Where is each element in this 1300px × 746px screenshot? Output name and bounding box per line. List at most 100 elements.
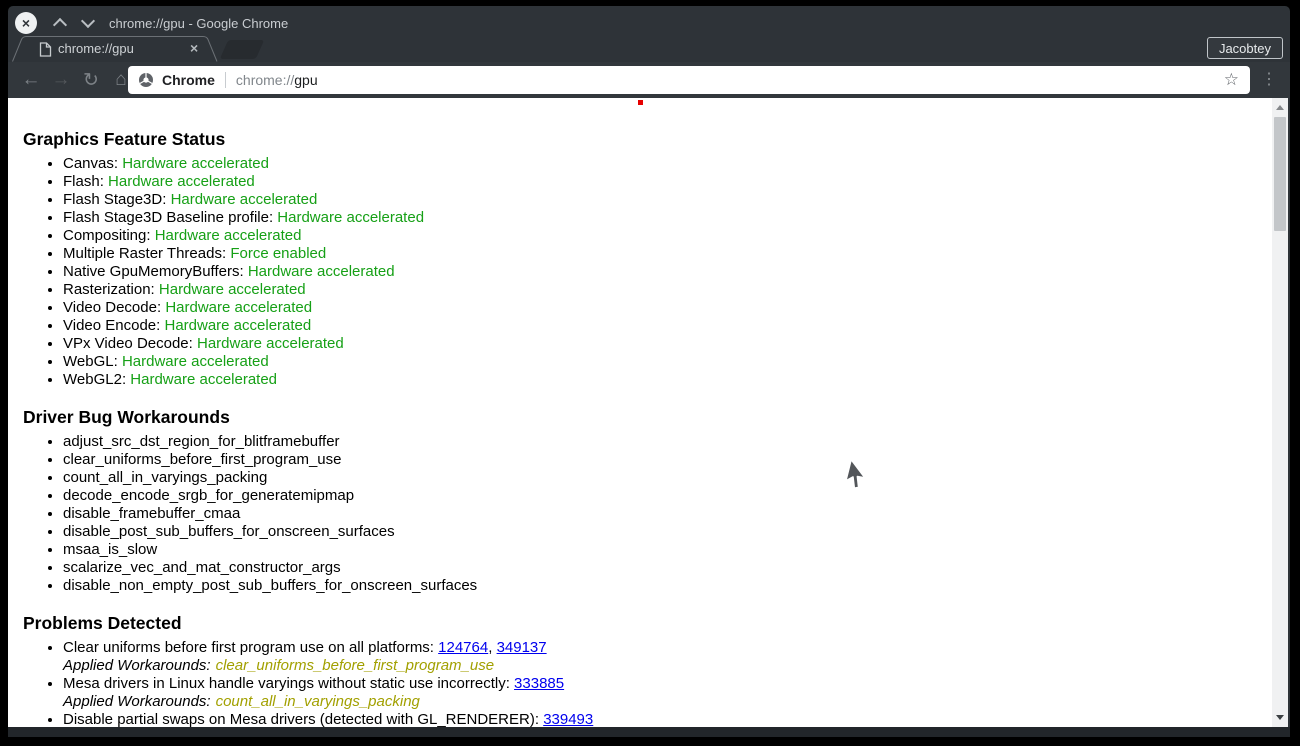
feature-label: Video Encode — [63, 317, 156, 334]
feature-status: Hardware accelerated — [171, 191, 318, 208]
list-item: WebGL2: Hardware accelerated — [63, 371, 1272, 389]
tab-close-icon[interactable]: × — [190, 40, 198, 56]
red-marker — [638, 100, 643, 105]
bug-link[interactable]: 339493 — [543, 711, 593, 727]
list-item: decode_encode_srgb_for_generatemipmap — [63, 487, 1272, 505]
bookmark-star-icon[interactable]: ☆ — [1224, 70, 1239, 90]
list-item: Clear uniforms before first program use … — [63, 639, 1272, 675]
list-item: Video Encode: Hardware accelerated — [63, 317, 1272, 335]
separator: : — [162, 191, 170, 208]
workaround-name: disable_post_sub_buffers_for_onscreen_su… — [63, 523, 395, 540]
feature-status: Hardware accelerated — [130, 371, 277, 388]
new-tab-button[interactable] — [220, 40, 264, 59]
applied-workarounds-label: Applied Workarounds: — [63, 657, 211, 674]
section-list-problems: Clear uniforms before first program use … — [23, 639, 1272, 727]
tab-strip: chrome://gpu × Jacobtey — [8, 36, 1290, 62]
feature-status: Hardware accelerated — [108, 173, 255, 190]
section-heading-features: Graphics Feature Status — [23, 129, 1272, 150]
feature-label: WebGL2 — [63, 371, 122, 388]
window-title: chrome://gpu - Google Chrome — [109, 16, 288, 31]
scrollbar-thumb[interactable] — [1274, 117, 1286, 231]
scroll-up-icon[interactable] — [1276, 105, 1284, 110]
feature-status: Hardware accelerated — [122, 155, 269, 172]
url-host[interactable]: gpu — [294, 72, 317, 88]
link-separator: , — [488, 639, 496, 656]
workaround-name: disable_non_empty_post_sub_buffers_for_o… — [63, 577, 477, 594]
feature-label: VPx Video Decode — [63, 335, 189, 352]
menu-dots-icon[interactable]: ⋮ — [1261, 69, 1277, 91]
separator: : — [151, 281, 159, 298]
applied-workarounds-label: Applied Workarounds: — [63, 693, 211, 710]
feature-label: Native GpuMemoryBuffers — [63, 263, 239, 280]
forward-icon[interactable]: → — [46, 69, 76, 91]
applied-workaround-value: count_all_in_varyings_packing — [216, 693, 420, 710]
problem-description: Mesa drivers in Linux handle varyings wi… — [63, 675, 514, 692]
bug-link[interactable]: 349137 — [497, 639, 547, 656]
workaround-name: decode_encode_srgb_for_generatemipmap — [63, 487, 354, 504]
profile-button[interactable]: Jacobtey — [1207, 37, 1283, 59]
section-heading-workarounds: Driver Bug Workarounds — [23, 407, 1272, 428]
section-heading-problems: Problems Detected — [23, 613, 1272, 634]
vertical-scrollbar[interactable] — [1272, 98, 1288, 727]
list-item: Canvas: Hardware accelerated — [63, 155, 1272, 173]
feature-status: Hardware accelerated — [164, 317, 311, 334]
list-item: disable_non_empty_post_sub_buffers_for_o… — [63, 577, 1272, 595]
gpu-report: Graphics Feature Status Canvas: Hardware … — [8, 129, 1272, 727]
tab-chrome-gpu[interactable]: chrome://gpu × — [12, 36, 222, 62]
section-list-workarounds: adjust_src_dst_region_for_blitframebuffe… — [23, 433, 1272, 595]
feature-label: Rasterization — [63, 281, 151, 298]
problem-description: Disable partial swaps on Mesa drivers (d… — [63, 711, 543, 727]
browser-window: × chrome://gpu - Google Chrome chrome://… — [8, 6, 1290, 737]
workaround-name: msaa_is_slow — [63, 541, 157, 558]
feature-status: Hardware accelerated — [159, 281, 306, 298]
tab-title: chrome://gpu — [58, 41, 134, 56]
list-item: Video Decode: Hardware accelerated — [63, 299, 1272, 317]
feature-status: Hardware accelerated — [197, 335, 344, 352]
applied-workarounds-line: Applied Workarounds:clear_uniforms_befor… — [63, 657, 1272, 675]
list-item: count_all_in_varyings_packing — [63, 469, 1272, 487]
list-item: Multiple Raster Threads: Force enabled — [63, 245, 1272, 263]
list-item: Native GpuMemoryBuffers: Hardware accele… — [63, 263, 1272, 281]
back-icon[interactable]: ← — [16, 69, 46, 91]
list-item: scalarize_vec_and_mat_constructor_args — [63, 559, 1272, 577]
reload-icon[interactable]: ↻ — [76, 69, 106, 92]
url-divider — [225, 72, 226, 88]
separator: : — [189, 335, 197, 352]
list-item: msaa_is_slow — [63, 541, 1272, 559]
window-close-button[interactable]: × — [15, 12, 37, 34]
applied-workarounds-line: Applied Workarounds: count_all_in_varying… — [63, 693, 1272, 711]
workaround-name: count_all_in_varyings_packing — [63, 469, 267, 486]
address-bar[interactable]: Chrome chrome:// gpu ☆ — [128, 66, 1250, 94]
close-icon: × — [22, 16, 30, 30]
url-scheme[interactable]: chrome:// — [236, 72, 294, 88]
feature-status: Hardware accelerated — [277, 209, 424, 226]
chevron-down-icon[interactable] — [83, 18, 93, 28]
workaround-name: scalarize_vec_and_mat_constructor_args — [63, 559, 341, 576]
list-item: Disable partial swaps on Mesa drivers (d… — [63, 711, 1272, 727]
list-item: adjust_src_dst_region_for_blitframebuffe… — [63, 433, 1272, 451]
separator: : — [114, 155, 122, 172]
scroll-down-icon[interactable] — [1276, 715, 1284, 720]
feature-label: Multiple Raster Threads — [63, 245, 222, 262]
list-item: VPx Video Decode: Hardware accelerated — [63, 335, 1272, 353]
separator: : — [239, 263, 247, 280]
page-icon — [39, 42, 52, 57]
bug-link[interactable]: 333885 — [514, 675, 564, 692]
workaround-name: adjust_src_dst_region_for_blitframebuffe… — [63, 433, 340, 450]
feature-status: Force enabled — [230, 245, 326, 262]
workaround-name: clear_uniforms_before_first_program_use — [63, 451, 341, 468]
feature-status: Hardware accelerated — [165, 299, 312, 316]
separator: : — [114, 353, 122, 370]
problem-line: Clear uniforms before first program use … — [63, 639, 1272, 657]
site-settings-label[interactable]: Chrome — [162, 72, 215, 88]
window-titlebar[interactable]: × chrome://gpu - Google Chrome — [8, 6, 1290, 36]
feature-label: Video Decode — [63, 299, 157, 316]
workaround-name: disable_framebuffer_cmaa — [63, 505, 240, 522]
browser-toolbar: ← → ↻ ⌂ Chrome chrome:// gpu ☆ ⋮ — [8, 62, 1290, 98]
problem-description: Clear uniforms before first program use … — [63, 639, 438, 656]
problem-line: Disable partial swaps on Mesa drivers (d… — [63, 711, 1272, 727]
chevron-up-icon[interactable] — [55, 18, 65, 28]
list-item: Compositing: Hardware accelerated — [63, 227, 1272, 245]
list-item: WebGL: Hardware accelerated — [63, 353, 1272, 371]
bug-link[interactable]: 124764 — [438, 639, 488, 656]
